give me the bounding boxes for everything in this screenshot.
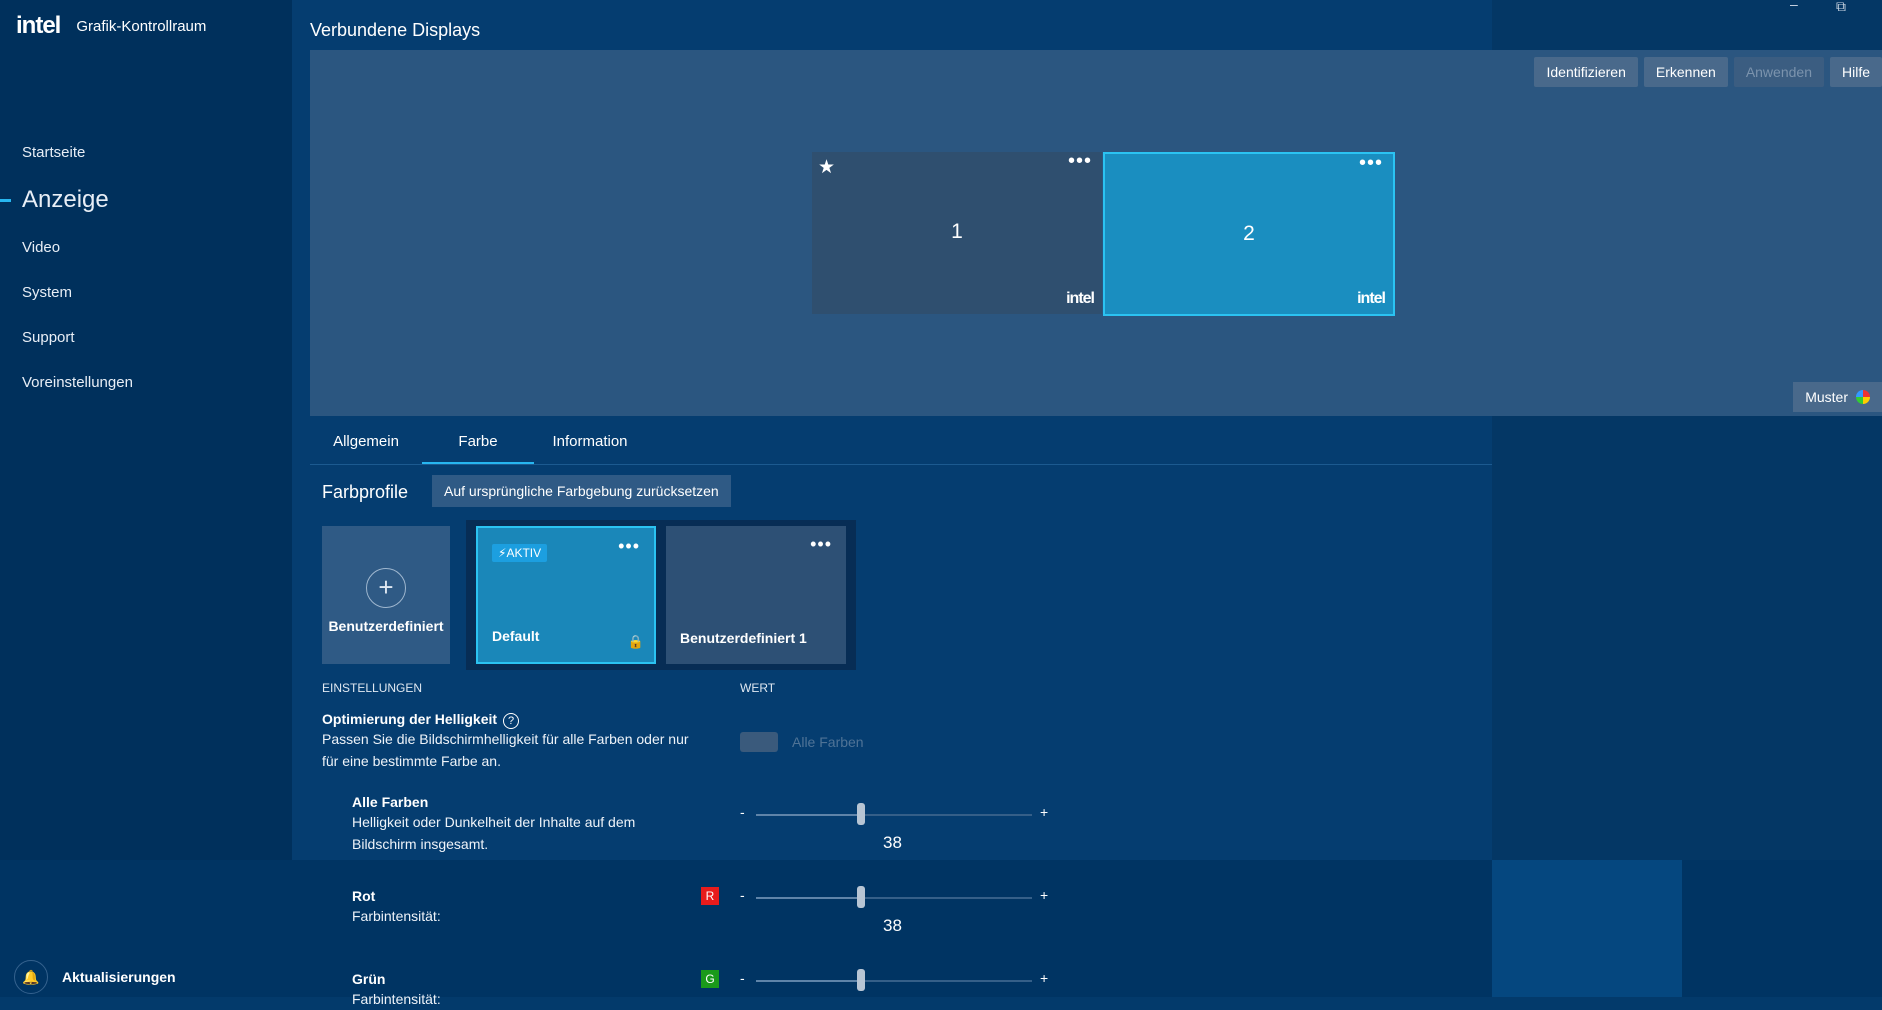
- identify-button[interactable]: Identifizieren: [1534, 57, 1638, 87]
- green-chip: G: [701, 970, 719, 988]
- display-arrangement: Identifizieren Erkennen Anwenden Hilfe ★…: [310, 50, 1882, 416]
- active-badge-label: AKTIV: [506, 546, 542, 560]
- profile-custom-1-more-icon[interactable]: •••: [810, 534, 832, 555]
- brightness-optimization-title: Optimierung der Helligkeit?: [322, 711, 520, 729]
- muster-label: Muster: [1805, 389, 1848, 405]
- all-colors-title: Alle Farben: [352, 794, 429, 810]
- slider-fill: [756, 980, 861, 982]
- reset-colors-button[interactable]: Auf ursprüngliche Farbgebung zurücksetze…: [432, 475, 731, 507]
- red-title: Rot: [352, 888, 376, 904]
- app-brand: intel Grafik-Kontrollraum: [16, 12, 206, 40]
- profile-default-more-icon[interactable]: •••: [618, 536, 640, 557]
- sidebar-nav: Startseite Anzeige Video System Support …: [0, 130, 292, 405]
- slider-plus[interactable]: +: [1040, 887, 1048, 903]
- profile-custom-1-name: Benutzerdefiniert 1: [680, 630, 807, 646]
- primary-star-icon: ★: [818, 157, 836, 178]
- page-title: Verbundene Displays: [310, 20, 481, 40]
- bell-icon: 🔔: [14, 960, 48, 994]
- value-column-header: WERT: [740, 681, 776, 695]
- display-1-intel-logo: intel: [1066, 290, 1095, 307]
- nav-system[interactable]: System: [0, 270, 292, 315]
- all-colors-desc: Helligkeit oder Dunkelheit der Inhalte a…: [352, 814, 636, 852]
- slider-minus[interactable]: -: [740, 970, 745, 986]
- green-desc: Farbintensität:: [352, 991, 441, 1007]
- all-colors-toggle-label: Alle Farben: [792, 734, 864, 750]
- red-desc: Farbintensität:: [352, 908, 441, 924]
- profile-cards: ⚡AKTIV ••• Default 🔒 ••• Benutzerdefinie…: [466, 520, 856, 670]
- lock-icon: 🔒: [627, 634, 644, 649]
- tab-information[interactable]: Information: [534, 424, 646, 464]
- display-1-more-icon[interactable]: •••: [1068, 150, 1092, 173]
- plus-icon: +: [366, 568, 406, 608]
- add-custom-profile-button[interactable]: + Benutzerdefiniert: [322, 526, 450, 664]
- slider-fill: [756, 897, 861, 899]
- all-colors-value: 38: [883, 833, 902, 852]
- updates-label: Aktualisierungen: [62, 969, 176, 985]
- display-1[interactable]: ★ ••• 1 intel: [812, 150, 1102, 314]
- help-button[interactable]: Hilfe: [1829, 57, 1882, 87]
- slider-thumb[interactable]: [856, 969, 865, 991]
- nav-startseite[interactable]: Startseite: [0, 130, 292, 175]
- display-2[interactable]: ••• 2 intel: [1103, 152, 1395, 316]
- profile-default-name: Default: [492, 628, 540, 644]
- color-profiles-title: Farbprofile: [322, 482, 409, 502]
- tab-allgemein[interactable]: Allgemein: [310, 424, 422, 464]
- active-badge: ⚡AKTIV: [492, 544, 548, 562]
- green-slider[interactable]: - +: [740, 969, 1050, 991]
- display-toolbar: Identifizieren Erkennen Anwenden Hilfe: [1534, 57, 1882, 87]
- updates-button[interactable]: 🔔 Aktualisierungen: [14, 960, 176, 994]
- nav-voreinstellungen[interactable]: Voreinstellungen: [0, 360, 292, 405]
- tab-farbe[interactable]: Farbe: [422, 424, 534, 464]
- display-2-intel-logo: intel: [1357, 290, 1386, 307]
- display-2-more-icon[interactable]: •••: [1359, 152, 1383, 175]
- nav-video[interactable]: Video: [0, 225, 292, 270]
- settings-column-header: EINSTELLUNGEN: [322, 681, 423, 695]
- slider-thumb[interactable]: [856, 886, 865, 908]
- slider-plus[interactable]: +: [1040, 804, 1048, 820]
- color-wheel-icon: [1856, 390, 1870, 404]
- restore-icon[interactable]: ⧉: [1836, 0, 1846, 15]
- muster-button[interactable]: Muster: [1793, 382, 1882, 412]
- brightness-optimization-desc: Passen Sie die Bildschirmhelligkeit für …: [322, 731, 689, 769]
- all-colors-slider[interactable]: - +: [740, 803, 1050, 825]
- nav-anzeige[interactable]: Anzeige: [0, 175, 292, 225]
- bottom-panel-background: [1492, 860, 1682, 997]
- brightness-optimization-label: Optimierung der Helligkeit: [322, 711, 498, 727]
- all-colors-toggle[interactable]: [740, 732, 778, 752]
- green-title: Grün: [352, 971, 386, 987]
- app-title: Grafik-Kontrollraum: [76, 17, 207, 35]
- minimize-icon[interactable]: –: [1790, 0, 1798, 12]
- slider-minus[interactable]: -: [740, 804, 745, 820]
- display-2-number: 2: [1243, 222, 1255, 245]
- display-1-number: 1: [951, 220, 963, 243]
- profile-card-custom-1[interactable]: ••• Benutzerdefiniert 1: [666, 526, 846, 664]
- tab-bar: Allgemein Farbe Information: [310, 424, 1492, 465]
- slider-fill: [756, 814, 861, 816]
- red-slider[interactable]: - +: [740, 886, 1050, 908]
- red-chip: R: [701, 887, 719, 905]
- intel-logo: intel: [16, 12, 61, 39]
- add-custom-profile-label: Benutzerdefiniert: [328, 618, 444, 634]
- apply-button[interactable]: Anwenden: [1733, 57, 1824, 87]
- help-icon[interactable]: ?: [503, 713, 520, 729]
- slider-thumb[interactable]: [856, 803, 865, 825]
- profile-card-default[interactable]: ⚡AKTIV ••• Default 🔒: [476, 526, 656, 664]
- slider-minus[interactable]: -: [740, 887, 745, 903]
- red-value: 38: [883, 916, 902, 935]
- nav-support[interactable]: Support: [0, 315, 292, 360]
- slider-plus[interactable]: +: [1040, 970, 1048, 986]
- detect-button[interactable]: Erkennen: [1643, 57, 1728, 87]
